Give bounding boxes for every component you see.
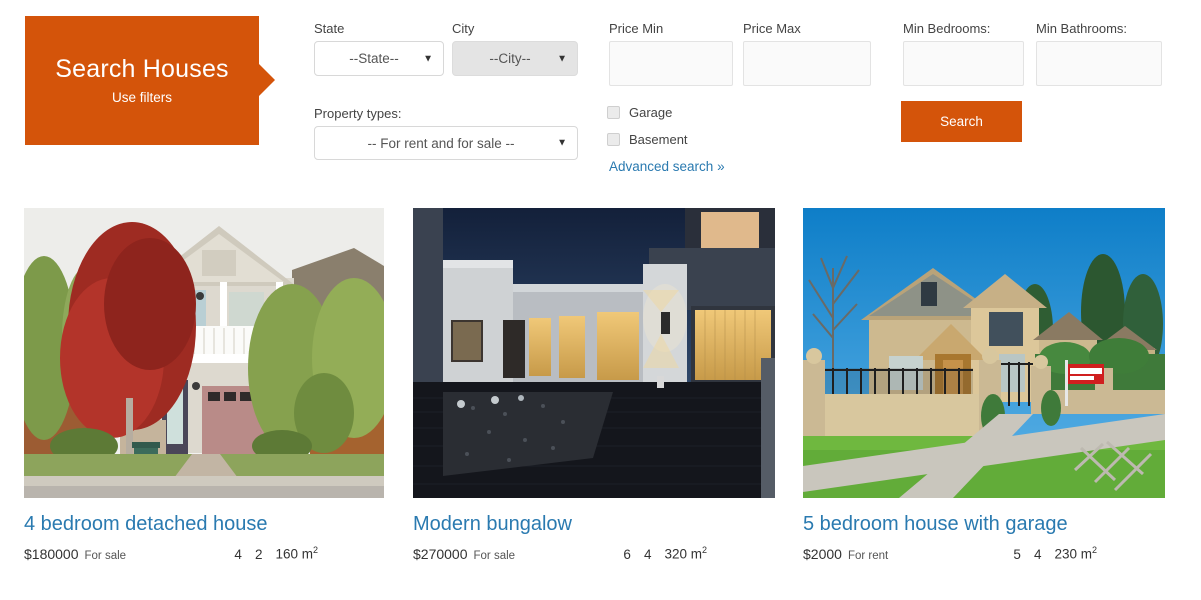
listing-bathrooms: 2: [254, 546, 263, 562]
listing-price: $2000: [803, 545, 842, 562]
state-select[interactable]: --State-- ▼: [314, 41, 444, 76]
detached-house-illustration: [24, 208, 384, 498]
listing-stats: 5 4 230 m2: [1013, 545, 1097, 562]
listing-bathrooms: 4: [643, 546, 652, 562]
min-bathrooms-input[interactable]: [1036, 41, 1162, 86]
search-button[interactable]: Search: [901, 101, 1022, 142]
listing-bathrooms: 4: [1033, 546, 1042, 562]
listing-area: 160 m2: [275, 545, 318, 562]
chevron-down-icon: ▼: [423, 53, 433, 64]
search-banner: Search Houses Use filters: [25, 16, 259, 145]
garage-checkbox-row[interactable]: Garage: [607, 105, 672, 120]
listing-area-exponent: 2: [312, 545, 318, 555]
property-types-select-value: -- For rent and for sale --: [367, 135, 515, 151]
house-with-garage-illustration: [803, 208, 1165, 498]
chevron-down-icon: ▼: [557, 53, 567, 64]
price-min-input[interactable]: [609, 41, 733, 86]
price-max-label: Price Max: [743, 21, 801, 36]
listing-card: Modern bungalow $270000 For sale 6 4 320…: [413, 208, 775, 562]
min-bedrooms-label: Min Bedrooms:: [903, 21, 991, 36]
basement-checkbox[interactable]: [607, 133, 620, 146]
listing-thumbnail[interactable]: [413, 208, 775, 498]
state-select-value: --State--: [349, 51, 399, 66]
banner-title: Search Houses: [55, 55, 229, 84]
listing-thumbnail[interactable]: [24, 208, 384, 498]
listing-status: For rent: [847, 549, 889, 562]
property-types-label: Property types:: [314, 106, 402, 121]
listing-meta: $180000 For sale 4 2 160 m2: [24, 545, 384, 562]
listing-title-link[interactable]: 5 bedroom house with garage: [803, 512, 1165, 536]
city-select-value: --City--: [489, 51, 531, 66]
min-bedrooms-input[interactable]: [903, 41, 1024, 86]
garage-checkbox[interactable]: [607, 106, 620, 119]
city-label: City: [452, 21, 475, 36]
listing-area-value: 230 m: [1054, 546, 1092, 562]
listing-title-link[interactable]: 4 bedroom detached house: [24, 512, 384, 536]
listing-area-exponent: 2: [701, 545, 707, 555]
listing-title-link[interactable]: Modern bungalow: [413, 512, 775, 536]
listing-thumbnail[interactable]: [803, 208, 1165, 498]
price-min-label: Price Min: [609, 21, 664, 36]
listing-meta: $270000 For sale 6 4 320 m2: [413, 545, 775, 562]
city-select[interactable]: --City-- ▼: [452, 41, 578, 76]
listing-status: For sale: [84, 549, 127, 562]
banner-subtitle: Use filters: [111, 89, 172, 105]
listing-price: $180000: [24, 545, 79, 562]
listing-area-exponent: 2: [1091, 545, 1097, 555]
listing-status: For sale: [473, 549, 516, 562]
listing-area: 320 m2: [664, 545, 707, 562]
chevron-down-icon: ▼: [557, 137, 567, 149]
listing-price: $270000: [413, 545, 468, 562]
listing-card: 5 bedroom house with garage $2000 For re…: [803, 208, 1165, 562]
garage-label: Garage: [629, 105, 673, 120]
basement-label: Basement: [629, 132, 688, 147]
min-bathrooms-label: Min Bathrooms:: [1036, 21, 1128, 36]
listing-meta: $2000 For rent 5 4 230 m2: [803, 545, 1165, 562]
price-max-input[interactable]: [743, 41, 871, 86]
listing-area: 230 m2: [1054, 545, 1097, 562]
listing-bedrooms: 6: [623, 546, 631, 562]
listing-stats: 4 2 160 m2: [234, 545, 318, 562]
modern-bungalow-illustration: [413, 208, 775, 498]
banner-arrow-icon: [259, 64, 275, 96]
listing-stats: 6 4 320 m2: [623, 545, 707, 562]
listing-area-value: 160 m: [275, 546, 313, 562]
listing-card: 4 bedroom detached house $180000 For sal…: [24, 208, 384, 562]
listing-bedrooms: 5: [1013, 546, 1021, 562]
listing-area-value: 320 m: [664, 546, 702, 562]
property-types-select[interactable]: -- For rent and for sale -- ▼: [314, 126, 578, 160]
listing-bedrooms: 4: [234, 546, 242, 562]
basement-checkbox-row[interactable]: Basement: [607, 132, 688, 147]
advanced-search-link[interactable]: Advanced search »: [609, 159, 725, 174]
search-houses-page: Search Houses Use filters State --State-…: [0, 0, 1201, 600]
state-label: State: [314, 21, 345, 36]
